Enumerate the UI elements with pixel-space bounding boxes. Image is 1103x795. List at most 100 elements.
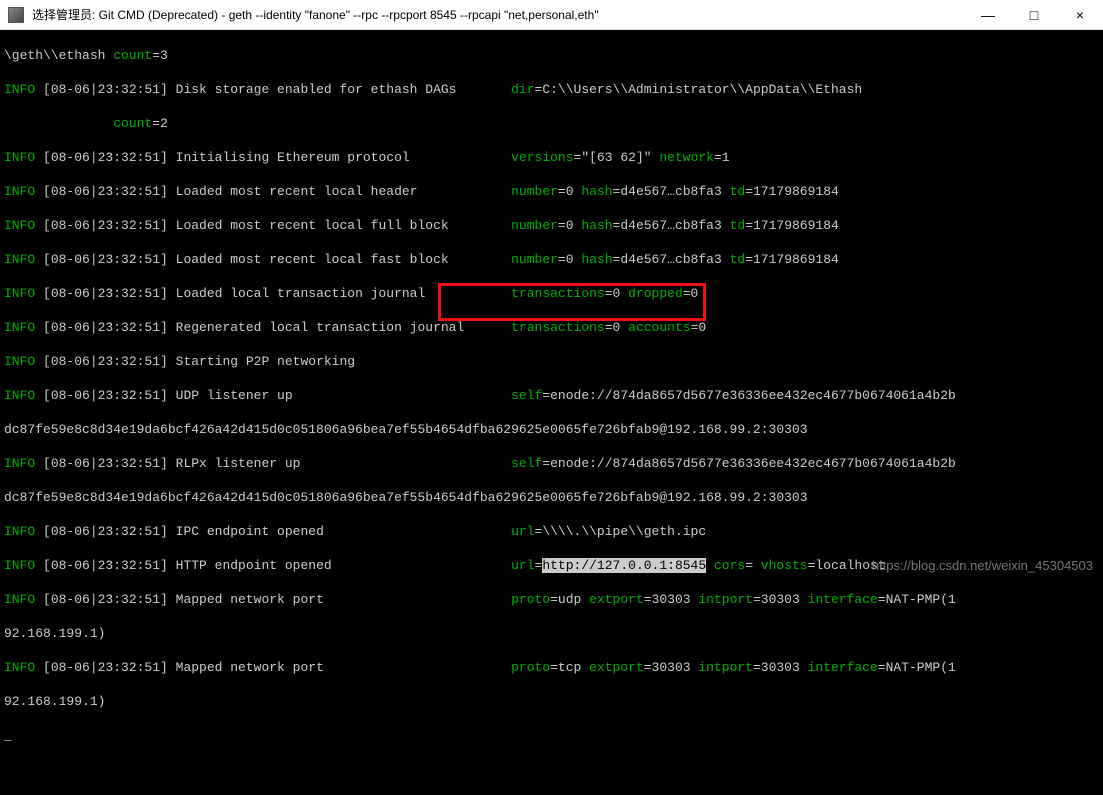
log-key: self xyxy=(511,456,542,471)
log-val: =1 xyxy=(714,150,730,165)
log-val xyxy=(706,558,714,573)
log-val: =\\\\.\\pipe\\geth.ipc xyxy=(535,524,707,539)
log-key: interface xyxy=(808,592,878,607)
log-level: INFO xyxy=(4,354,35,369)
log-key: accounts xyxy=(628,320,690,335)
log-key: count xyxy=(113,48,152,63)
watermark-text: https://blog.csdn.net/weixin_45304503 xyxy=(872,558,1093,573)
log-key: vhosts xyxy=(761,558,808,573)
log-level: INFO xyxy=(4,150,35,165)
window-title: 选择管理员: Git CMD (Deprecated) - geth --ide… xyxy=(32,6,965,23)
log-key: hash xyxy=(581,184,612,199)
selected-url: http://127.0.0.1:8545 xyxy=(542,558,706,573)
log-level: INFO xyxy=(4,388,35,403)
log-val: =0 xyxy=(691,320,707,335)
cursor: _ xyxy=(4,728,12,743)
log-key: versions xyxy=(511,150,573,165)
log-key: dir xyxy=(511,82,534,97)
log-key: self xyxy=(511,388,542,403)
maximize-button[interactable]: □ xyxy=(1011,0,1057,29)
log-text: [08-06|23:32:51] Disk storage enabled fo… xyxy=(35,82,511,97)
log-level: INFO xyxy=(4,320,35,335)
log-key: cors xyxy=(714,558,745,573)
log-text: [08-06|23:32:51] Mapped network port xyxy=(35,592,511,607)
log-key: proto xyxy=(511,592,550,607)
log-val: =30303 xyxy=(753,660,808,675)
log-key: hash xyxy=(581,252,612,267)
log-key: count xyxy=(113,116,152,131)
log-level: INFO xyxy=(4,558,35,573)
log-text: [08-06|23:32:51] Regenerated local trans… xyxy=(35,320,511,335)
log-key: intport xyxy=(698,660,753,675)
log-level: INFO xyxy=(4,184,35,199)
log-val: =NAT-PMP(1 xyxy=(878,592,956,607)
log-key: url xyxy=(511,524,534,539)
log-val: =2 xyxy=(152,116,168,131)
log-key: proto xyxy=(511,660,550,675)
log-val: =d4e567…cb8fa3 xyxy=(613,218,730,233)
log-key: number xyxy=(511,218,558,233)
window-buttons: — □ × xyxy=(965,0,1103,29)
log-val: =0 xyxy=(683,286,699,301)
terminal-output[interactable]: \geth\\ethash count=3 INFO [08-06|23:32:… xyxy=(0,30,1103,579)
log-val: =0 xyxy=(605,286,628,301)
log-val: =30303 xyxy=(753,592,808,607)
minimize-button[interactable]: — xyxy=(965,0,1011,29)
log-val: =tcp xyxy=(550,660,589,675)
log-text: [08-06|23:32:51] Loaded local transactio… xyxy=(35,286,511,301)
log-val: =0 xyxy=(558,218,581,233)
log-val: =udp xyxy=(550,592,589,607)
log-text: [08-06|23:32:51] RLPx listener up xyxy=(35,456,511,471)
log-key: dropped xyxy=(628,286,683,301)
app-icon xyxy=(8,7,24,23)
log-level: INFO xyxy=(4,524,35,539)
log-text: [08-06|23:32:51] Loaded most recent loca… xyxy=(35,218,511,233)
log-text xyxy=(4,116,113,131)
close-button[interactable]: × xyxy=(1057,0,1103,29)
log-val: =d4e567…cb8fa3 xyxy=(613,184,730,199)
log-key: transactions xyxy=(511,286,605,301)
log-level: INFO xyxy=(4,218,35,233)
log-level: INFO xyxy=(4,286,35,301)
log-val: =enode://874da8657d5677e36336ee432ec4677… xyxy=(542,456,955,471)
log-val: =C:\\Users\\Administrator\\AppData\\Etha… xyxy=(535,82,863,97)
log-val: =d4e567…cb8fa3 xyxy=(613,252,730,267)
log-text: [08-06|23:32:51] HTTP endpoint opened xyxy=(35,558,511,573)
log-key: url xyxy=(511,558,534,573)
log-level: INFO xyxy=(4,456,35,471)
log-key: intport xyxy=(698,592,753,607)
log-text: [08-06|23:32:51] UDP listener up xyxy=(35,388,511,403)
log-key: td xyxy=(730,252,746,267)
log-text: [08-06|23:32:51] Mapped network port xyxy=(35,660,511,675)
log-val: 92.168.199.1) xyxy=(4,626,105,641)
log-val: =17179869184 xyxy=(745,252,839,267)
log-key: extport xyxy=(589,592,644,607)
log-key: hash xyxy=(581,218,612,233)
log-val: =0 xyxy=(605,320,628,335)
log-val: =30303 xyxy=(644,660,699,675)
log-key: interface xyxy=(808,660,878,675)
log-level: INFO xyxy=(4,592,35,607)
log-val: = xyxy=(745,558,761,573)
log-val: =30303 xyxy=(644,592,699,607)
log-key: td xyxy=(730,218,746,233)
log-level: INFO xyxy=(4,660,35,675)
log-text: [08-06|23:32:51] Starting P2P networking xyxy=(35,354,355,369)
log-key: extport xyxy=(589,660,644,675)
log-val: 92.168.199.1) xyxy=(4,694,105,709)
log-key: number xyxy=(511,252,558,267)
log-text: [08-06|23:32:51] Loaded most recent loca… xyxy=(35,184,511,199)
log-val: =0 xyxy=(558,252,581,267)
log-key: number xyxy=(511,184,558,199)
log-val: dc87fe59e8c8d34e19da6bcf426a42d415d0c051… xyxy=(4,490,808,505)
log-val: =enode://874da8657d5677e36336ee432ec4677… xyxy=(542,388,955,403)
log-text: [08-06|23:32:51] Initialising Ethereum p… xyxy=(35,150,511,165)
log-text: \geth\\ethash xyxy=(4,48,113,63)
log-val: =3 xyxy=(152,48,168,63)
log-val: dc87fe59e8c8d34e19da6bcf426a42d415d0c051… xyxy=(4,422,808,437)
log-val: =NAT-PMP(1 xyxy=(878,660,956,675)
log-val: =17179869184 xyxy=(745,218,839,233)
log-key: network xyxy=(659,150,714,165)
log-level: INFO xyxy=(4,252,35,267)
log-key: transactions xyxy=(511,320,605,335)
